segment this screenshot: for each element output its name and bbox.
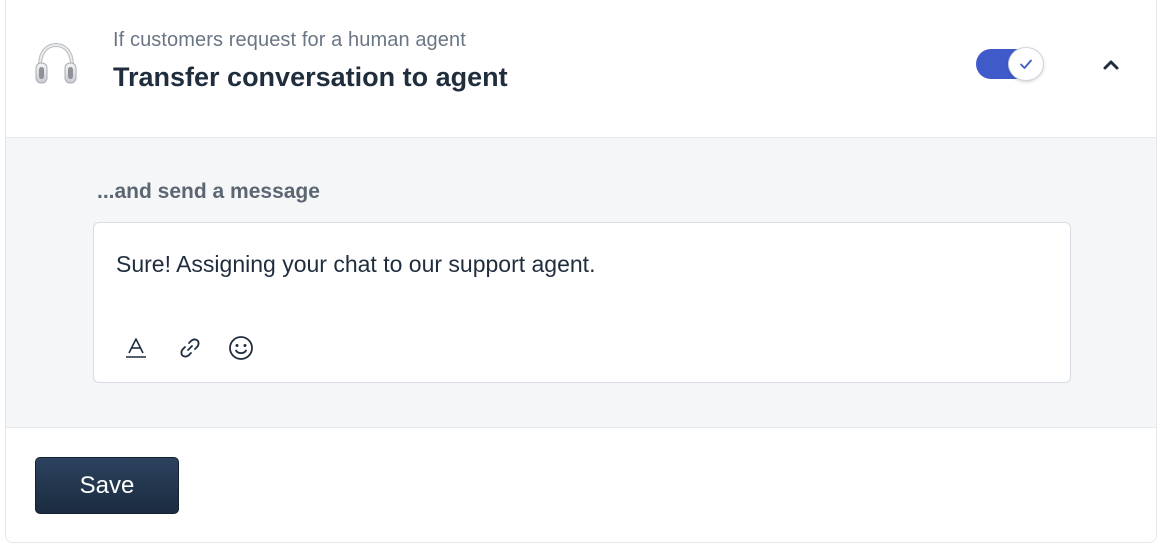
card-footer: Save — [6, 429, 1156, 542]
text-format-icon — [126, 338, 146, 358]
message-editor[interactable]: Sure! Assigning your chat to our support… — [93, 222, 1071, 383]
link-icon — [180, 338, 200, 358]
toggle-knob — [1008, 47, 1044, 81]
action-title: Transfer conversation to agent — [113, 62, 508, 92]
text-format-button[interactable] — [122, 334, 150, 362]
insert-emoji-button[interactable] — [227, 334, 255, 362]
message-section: ...and send a message Sure! Assigning yo… — [6, 138, 1156, 428]
insert-link-button[interactable] — [176, 334, 204, 362]
card-header: If customers request for a human agent T… — [6, 0, 1156, 138]
emoji-icon — [229, 336, 253, 360]
enable-toggle[interactable] — [976, 47, 1044, 81]
chevron-up-icon[interactable] — [1098, 54, 1124, 76]
trigger-subtitle: If customers request for a human agent — [113, 29, 466, 51]
save-button[interactable]: Save — [35, 457, 179, 514]
transfer-action-card: If customers request for a human agent T… — [5, 0, 1157, 543]
message-text[interactable]: Sure! Assigning your chat to our support… — [116, 251, 595, 278]
check-icon — [1020, 59, 1032, 69]
message-label: ...and send a message — [97, 180, 320, 203]
headphones-icon — [35, 42, 77, 84]
